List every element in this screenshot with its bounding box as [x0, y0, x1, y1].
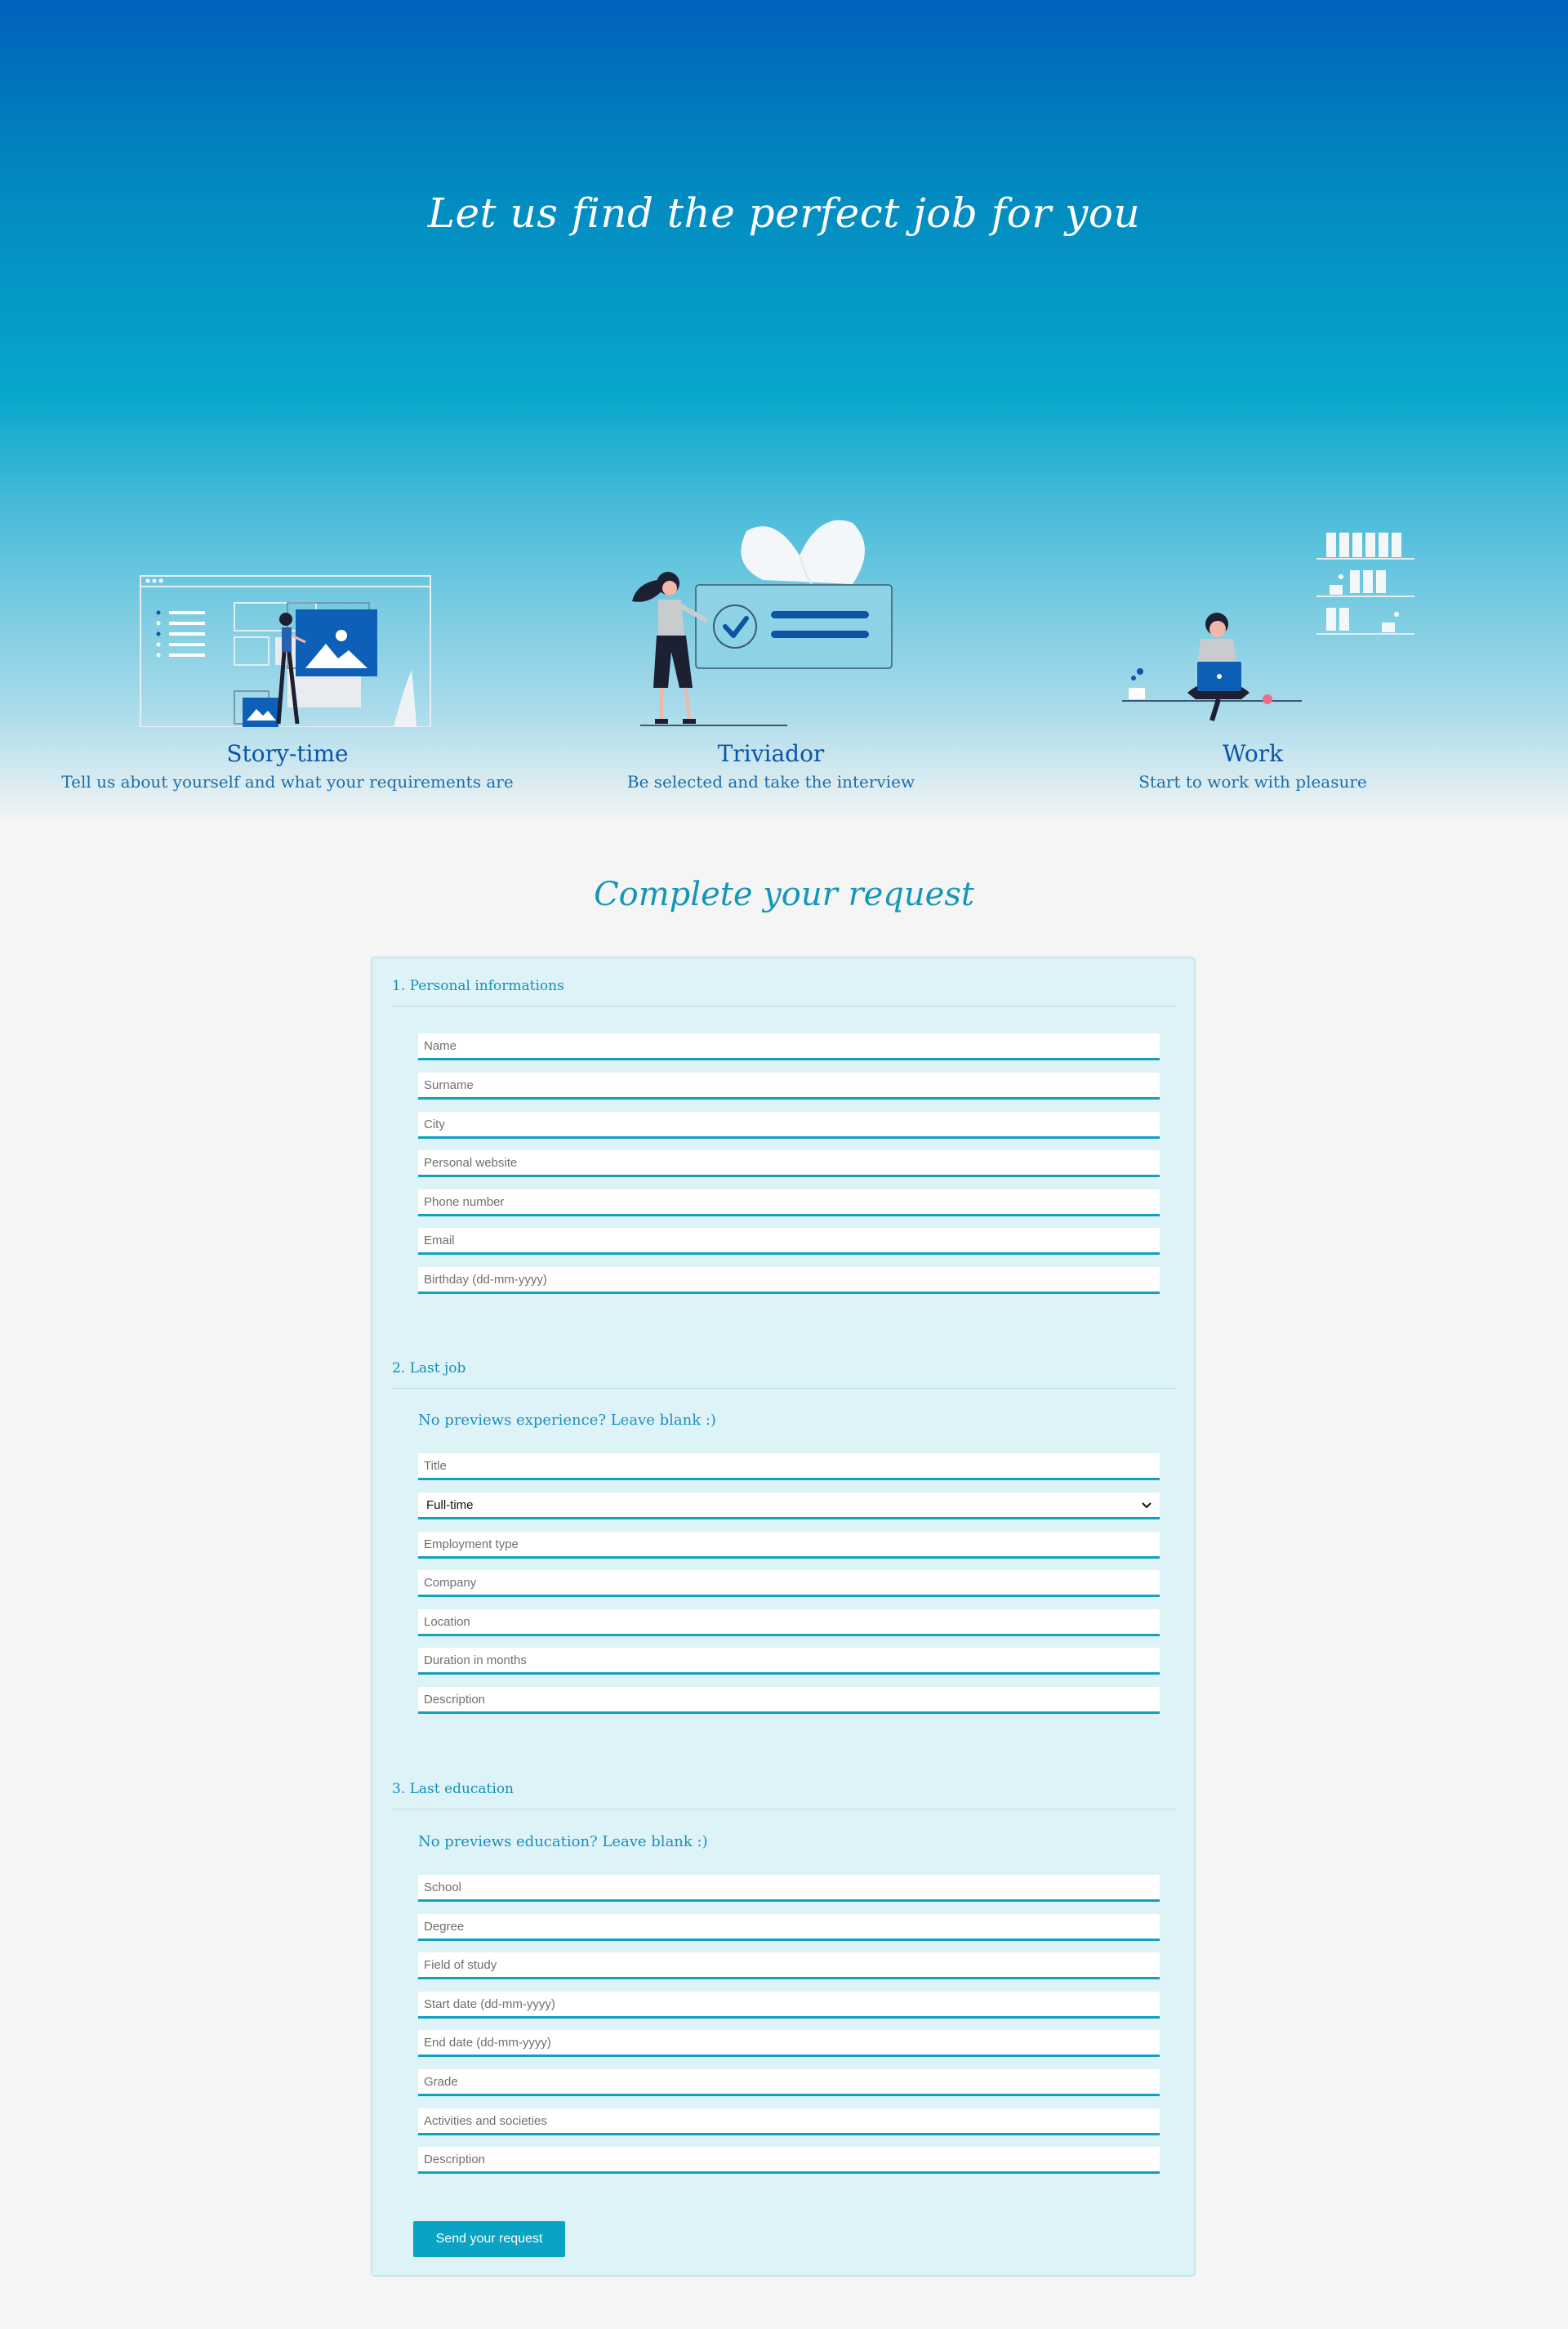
phone-number-field[interactable] — [418, 1189, 1160, 1216]
step-text: Start to work with pleasure — [1138, 772, 1367, 792]
email-field[interactable] — [418, 1228, 1160, 1255]
name-field[interactable] — [418, 1033, 1160, 1060]
job-description-field[interactable] — [418, 1687, 1160, 1714]
hero-title: Let us find the perfect job for you — [427, 190, 1141, 237]
employment-type-select-value: Full-time — [426, 1497, 474, 1512]
surname-field[interactable] — [418, 1073, 1160, 1100]
last-job-note: No previews experience? Leave blank :) — [418, 1412, 716, 1429]
field-of-study-field[interactable] — [418, 1952, 1160, 1979]
step-title: Story-time — [226, 740, 349, 767]
last-education-note: No previews education? Leave blank :) — [418, 1833, 708, 1850]
start-date-field[interactable] — [418, 1992, 1160, 2019]
activities-field[interactable] — [418, 2108, 1160, 2135]
step-triviador: Triviador Be selected and take the inter… — [510, 506, 1032, 792]
request-form: 1. Personal informations 2. Last job No … — [371, 957, 1196, 2277]
personal-website-field[interactable] — [418, 1150, 1160, 1177]
section-title-last-education: 3. Last education — [392, 1781, 1176, 1809]
step-title: Work — [1222, 740, 1284, 767]
send-request-button[interactable]: Send your request — [413, 2221, 565, 2257]
end-date-field[interactable] — [418, 2030, 1160, 2057]
step-work: Work Start to work with pleasure — [991, 506, 1514, 792]
city-field[interactable] — [418, 1112, 1160, 1139]
form-heading: Complete your request — [594, 876, 974, 913]
step-text: Tell us about yourself and what your req… — [61, 772, 514, 792]
employment-type-field[interactable] — [418, 1532, 1160, 1559]
step-text: Be selected and take the interview — [626, 772, 915, 792]
section-title-last-job: 2. Last job — [392, 1360, 1176, 1389]
checkmark-card-illustration-icon — [632, 520, 893, 726]
school-field[interactable] — [418, 1875, 1160, 1902]
grade-field[interactable] — [418, 2069, 1160, 2096]
browser-illustration-icon — [140, 575, 431, 727]
company-field[interactable] — [418, 1570, 1160, 1597]
job-title-field[interactable] — [418, 1453, 1160, 1480]
education-description-field[interactable] — [418, 2147, 1160, 2174]
step-story-time: Story-time Tell us about yourself and wh… — [26, 506, 549, 792]
degree-field[interactable] — [418, 1914, 1160, 1941]
employment-type-select[interactable]: Full-time — [418, 1492, 1160, 1519]
birthday-field[interactable] — [418, 1267, 1160, 1294]
section-title-personal: 1. Personal informations — [392, 978, 1176, 1006]
chevron-down-icon — [1142, 1498, 1152, 1512]
location-field[interactable] — [418, 1609, 1160, 1636]
laptop-worker-illustration-icon — [1122, 533, 1414, 721]
duration-field[interactable] — [418, 1648, 1160, 1675]
hero-banner: Let us find the perfect job for you Stor… — [0, 0, 1568, 825]
step-title: Triviador — [717, 740, 825, 767]
